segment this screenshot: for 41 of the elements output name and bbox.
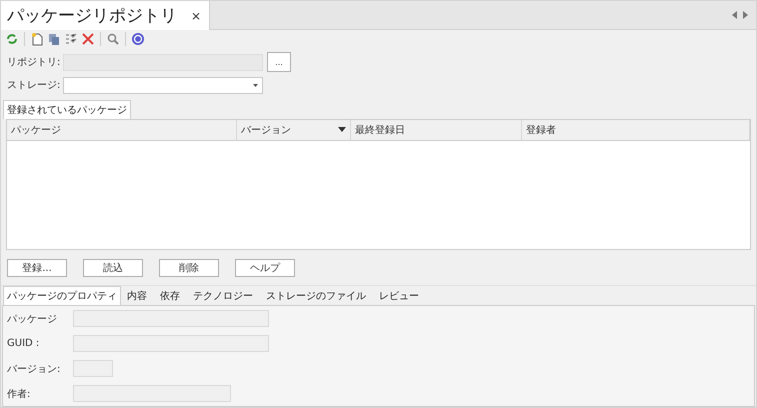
caret-icon <box>253 84 258 87</box>
property-field[interactable] <box>73 360 113 377</box>
property-label: 作者: <box>7 388 32 400</box>
property-field[interactable] <box>73 310 269 327</box>
tab[interactable]: レビュー <box>375 286 423 305</box>
help-icon[interactable] <box>131 32 145 46</box>
search-icon[interactable] <box>106 32 120 46</box>
refresh-icon[interactable] <box>5 32 19 46</box>
property-field[interactable] <box>73 385 231 402</box>
column-header[interactable]: バージョン <box>237 120 351 140</box>
property-label: パッケージ <box>7 312 58 326</box>
field-label: リポジトリ: <box>7 56 62 70</box>
tab[interactable]: ストレージのファイル <box>262 286 370 305</box>
column-header[interactable]: パッケージ <box>7 120 237 140</box>
document-tab[interactable]: パッケージリポジトリ × <box>1 1 210 30</box>
tab[interactable]: パッケージのプロパティ <box>3 286 121 305</box>
column-header[interactable]: 最終登録日 <box>351 120 522 140</box>
action-button[interactable]: ヘルプ <box>235 259 295 277</box>
action-button[interactable]: 削除 <box>159 259 219 277</box>
field-label: ストレージ: <box>7 79 62 92</box>
action-button[interactable]: 登録... <box>7 259 67 277</box>
property-label: GUID : <box>7 338 40 349</box>
tab[interactable]: 依存 <box>156 286 184 305</box>
tab[interactable]: 内容 <box>123 286 151 305</box>
storage-dropdown[interactable] <box>63 76 263 94</box>
browse-button[interactable]: ... <box>267 52 291 72</box>
column-header[interactable]: 登録者 <box>522 120 750 140</box>
sort-icon <box>338 127 346 132</box>
close-button[interactable]: × <box>191 8 202 22</box>
property-label: バージョン: <box>7 362 62 376</box>
copy-icon[interactable] <box>47 32 61 46</box>
property-field[interactable] <box>73 335 269 352</box>
action-button[interactable]: 読込 <box>83 259 143 277</box>
document-title: パッケージリポジトリ <box>7 5 177 27</box>
tab[interactable]: 登録されているパッケージ <box>3 100 131 119</box>
delete-icon[interactable] <box>81 32 95 46</box>
scroll-right-icon[interactable] <box>743 11 748 19</box>
tab[interactable]: テクノロジー <box>189 286 257 305</box>
scroll-left-icon[interactable] <box>732 11 737 19</box>
checklist-icon[interactable] <box>64 32 78 46</box>
new-document-icon[interactable] <box>30 32 44 46</box>
